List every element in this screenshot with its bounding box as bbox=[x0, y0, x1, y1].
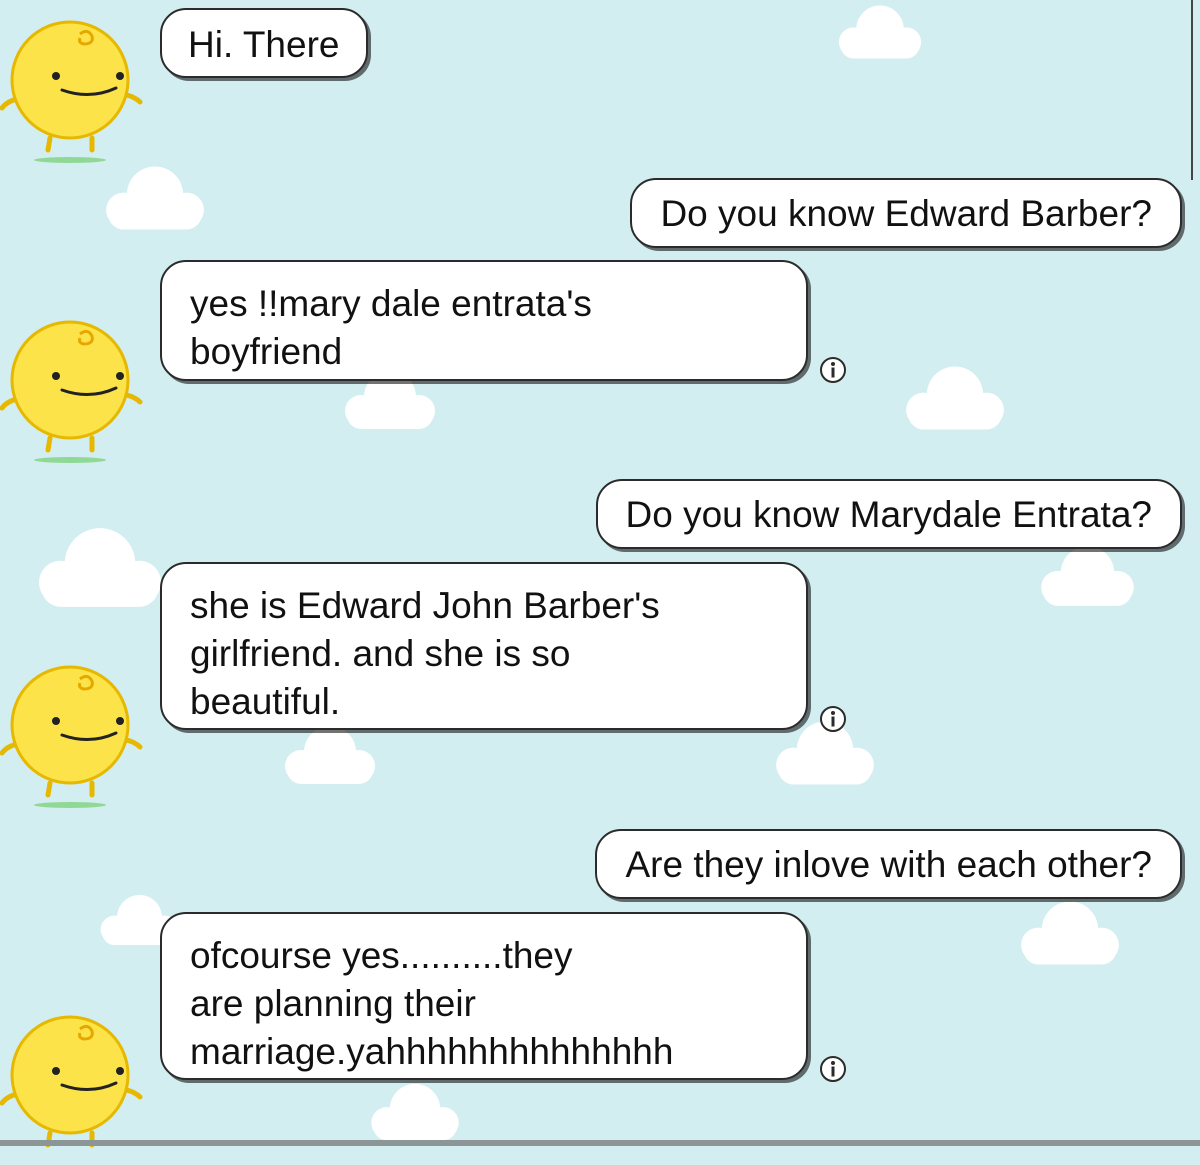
simsimi-avatar bbox=[0, 665, 143, 808]
scroll-indicator bbox=[1191, 0, 1193, 180]
user-message[interactable]: Do you know Edward Barber? bbox=[630, 178, 1182, 248]
simsimi-avatar bbox=[0, 320, 143, 463]
chat-area[interactable]: Hi. There Do you know Edward Barber? yes… bbox=[0, 0, 1200, 1148]
cloud-icon bbox=[906, 366, 1004, 430]
user-message[interactable]: Do you know Marydale Entrata? bbox=[595, 479, 1182, 549]
info-icon[interactable] bbox=[818, 355, 848, 385]
cloud-icon bbox=[1041, 546, 1134, 606]
bot-message[interactable]: ofcourse yes..........they are planning … bbox=[160, 912, 808, 1080]
bottom-divider bbox=[0, 1140, 1200, 1146]
user-message[interactable]: Are they inlove with each other? bbox=[595, 829, 1182, 899]
cloud-icon bbox=[1021, 901, 1119, 965]
info-icon[interactable] bbox=[818, 1054, 848, 1084]
bot-message[interactable]: Hi. There bbox=[160, 8, 368, 78]
cloud-icon bbox=[371, 1083, 459, 1141]
cloud-icon bbox=[285, 726, 375, 784]
simsimi-avatar bbox=[0, 20, 143, 163]
cloud-icon bbox=[38, 528, 162, 607]
bot-message[interactable]: she is Edward John Barber's girlfriend. … bbox=[160, 562, 808, 730]
info-icon[interactable] bbox=[818, 704, 848, 734]
bot-message[interactable]: yes !!mary dale entrata's boyfriend bbox=[160, 260, 808, 381]
cloud-icon bbox=[838, 5, 922, 59]
cloud-icon bbox=[106, 166, 204, 230]
